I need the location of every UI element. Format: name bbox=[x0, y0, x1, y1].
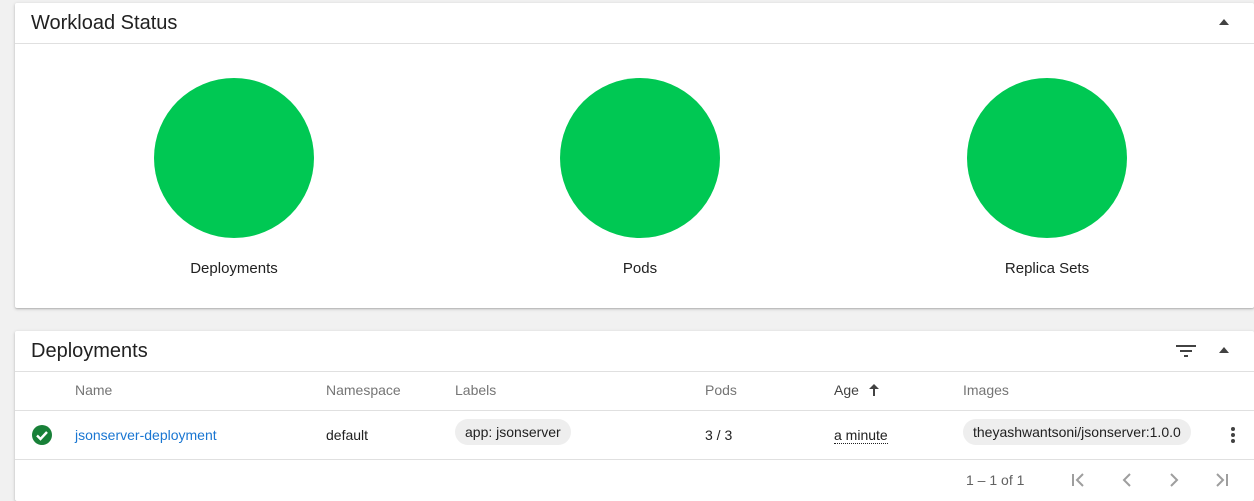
deployments-chart-label: Deployments bbox=[190, 260, 278, 277]
deployment-pods: 3 / 3 bbox=[705, 427, 733, 443]
deployments-card: Deployments Name Namespace Labels Pods A… bbox=[15, 331, 1254, 501]
more-vert-icon[interactable] bbox=[1230, 426, 1236, 444]
deployment-age: a minute bbox=[834, 427, 888, 444]
deployment-name-link[interactable]: jsonserver-deployment bbox=[75, 427, 217, 443]
arrow-upward-icon bbox=[868, 384, 879, 396]
deployments-status-chart[interactable] bbox=[154, 78, 314, 238]
filter-list-icon[interactable] bbox=[1176, 342, 1196, 360]
replica-sets-status-chart[interactable] bbox=[967, 78, 1127, 238]
image-chip: theyashwantsoni/jsonserver:1.0.0 bbox=[963, 419, 1191, 445]
arrow-drop-up-icon[interactable] bbox=[1219, 19, 1229, 25]
pods-status-chart[interactable] bbox=[560, 78, 720, 238]
deployment-age-value: a minute bbox=[834, 427, 888, 444]
column-header-name[interactable]: Name bbox=[75, 382, 112, 398]
deployment-namespace: default bbox=[326, 427, 369, 443]
column-header-pods: Pods bbox=[705, 382, 737, 398]
arrow-drop-up-icon[interactable] bbox=[1219, 347, 1229, 353]
column-header-labels: Labels bbox=[455, 382, 497, 398]
label-chip: app: jsonserver bbox=[455, 419, 571, 445]
deployments-header: Deployments bbox=[15, 331, 1254, 372]
deployments-title: Deployments bbox=[31, 340, 148, 362]
replica-sets-chart-label: Replica Sets bbox=[1004, 260, 1090, 277]
workload-status-card: Workload Status Deployments Pods Replica… bbox=[15, 3, 1254, 308]
first-page-icon[interactable] bbox=[1069, 471, 1089, 489]
chevron-left-icon[interactable] bbox=[1117, 471, 1137, 489]
column-header-age-label: Age bbox=[834, 382, 859, 398]
last-page-icon[interactable] bbox=[1211, 471, 1231, 489]
pagination-range: 1 – 1 of 1 bbox=[966, 472, 1025, 488]
column-header-images: Images bbox=[963, 382, 1009, 398]
column-header-namespace[interactable]: Namespace bbox=[326, 382, 401, 398]
workload-status-title: Workload Status bbox=[31, 12, 178, 34]
header-divider bbox=[15, 410, 1254, 411]
check-circle-icon bbox=[32, 425, 52, 445]
workload-status-header: Workload Status bbox=[15, 3, 1254, 44]
pods-chart-label: Pods bbox=[622, 260, 658, 277]
column-header-age[interactable]: Age bbox=[834, 382, 879, 398]
row-divider bbox=[15, 459, 1254, 460]
chevron-right-icon[interactable] bbox=[1164, 471, 1184, 489]
